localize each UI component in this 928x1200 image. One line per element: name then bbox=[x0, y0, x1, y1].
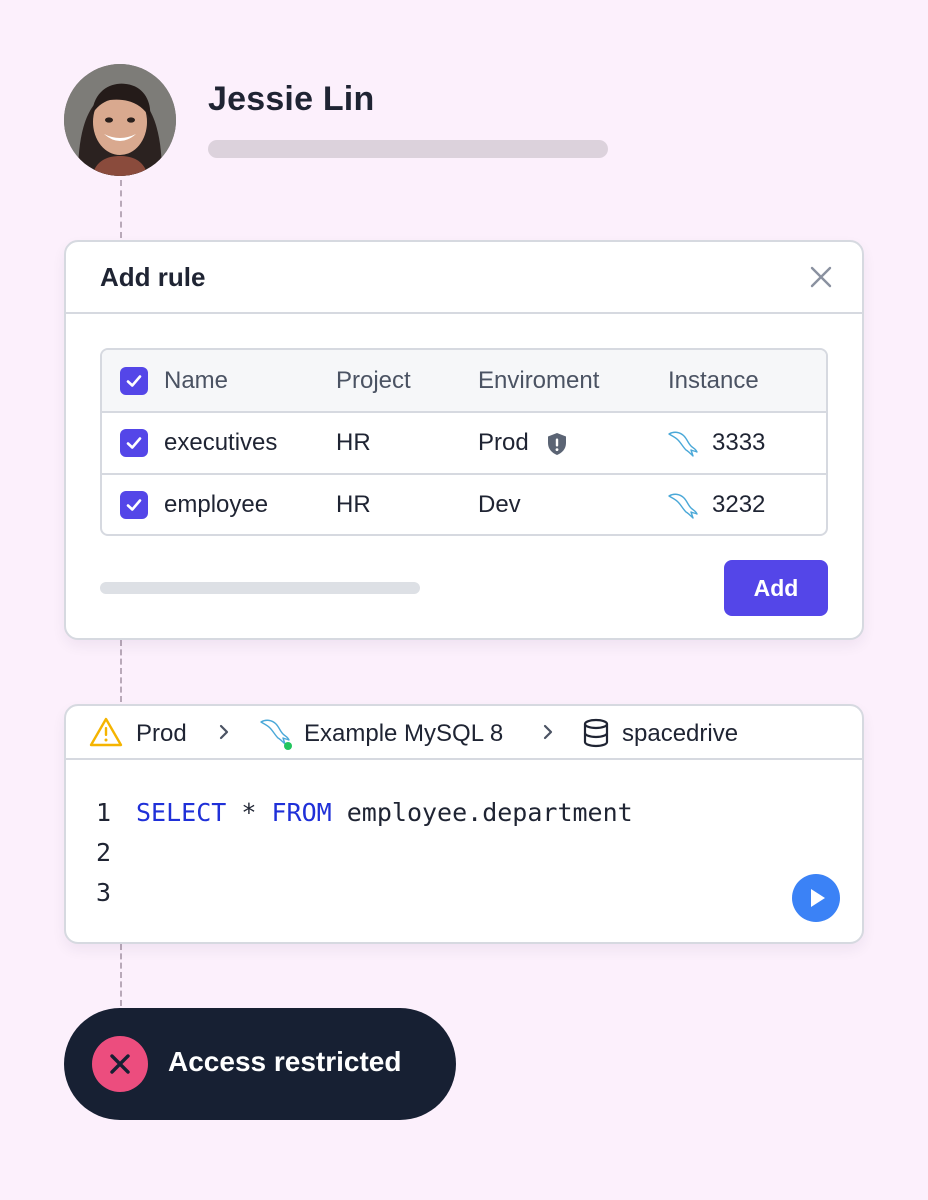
mysql-dolphin-icon bbox=[260, 719, 292, 750]
play-icon bbox=[811, 889, 825, 907]
code-line[interactable]: 1 SELECT * FROM employee.department bbox=[96, 798, 633, 827]
sql-keyword: FROM bbox=[271, 798, 332, 827]
placeholder-bar bbox=[100, 582, 420, 594]
add-button[interactable]: Add bbox=[724, 560, 828, 616]
toast-message: Access restricted bbox=[168, 1046, 402, 1077]
table-row[interactable]: executives HR Prod 3333 bbox=[102, 412, 826, 475]
sql-text: employee.department bbox=[331, 798, 633, 827]
editor-breadcrumb: Prod Example MySQL 8 spacedrive bbox=[66, 706, 862, 760]
timeline-connector bbox=[120, 640, 122, 702]
breadcrumb-environment[interactable]: Prod bbox=[136, 720, 187, 748]
code-line[interactable]: 3 bbox=[96, 878, 136, 907]
column-header-instance[interactable]: Instance bbox=[668, 367, 759, 395]
select-all-checkbox[interactable] bbox=[120, 367, 148, 395]
sql-editor: Prod Example MySQL 8 spacedrive 1 SELECT … bbox=[64, 704, 864, 944]
run-query-button[interactable] bbox=[792, 874, 840, 922]
code-line[interactable]: 2 bbox=[96, 838, 136, 867]
breadcrumb-database[interactable]: spacedrive bbox=[622, 720, 738, 748]
timeline-connector bbox=[120, 180, 122, 238]
check-icon bbox=[126, 375, 142, 387]
timeline-connector bbox=[120, 944, 122, 1006]
row-instance: 3232 bbox=[712, 491, 766, 518]
breadcrumb-instance[interactable]: Example MySQL 8 bbox=[304, 720, 503, 748]
placeholder-bar bbox=[208, 140, 608, 158]
row-instance: 3333 bbox=[712, 429, 766, 456]
access-restricted-toast: Access restricted bbox=[64, 1008, 456, 1120]
shield-icon bbox=[548, 433, 566, 455]
chevron-right-icon bbox=[219, 724, 229, 740]
mysql-dolphin-icon bbox=[668, 431, 698, 457]
sql-keyword: SELECT bbox=[136, 798, 227, 827]
check-icon bbox=[126, 499, 142, 511]
dialog-title: Add rule bbox=[100, 262, 206, 292]
user-name: Jessie Lin bbox=[208, 80, 375, 118]
close-button[interactable] bbox=[806, 262, 836, 292]
warning-icon bbox=[89, 717, 123, 747]
row-checkbox[interactable] bbox=[120, 429, 148, 457]
row-name: executives bbox=[164, 429, 278, 456]
column-header-project[interactable]: Project bbox=[336, 367, 411, 395]
sql-text: * bbox=[226, 798, 272, 827]
row-project: HR bbox=[336, 491, 371, 518]
row-environment: Dev bbox=[478, 491, 521, 518]
row-environment: Prod bbox=[478, 429, 529, 456]
avatar bbox=[64, 64, 176, 176]
page-canvas: Jessie Lin Add rule Name Project Envirom… bbox=[0, 0, 928, 1200]
add-rule-dialog: Add rule Name Project Enviroment Instanc… bbox=[64, 240, 864, 640]
row-name: employee bbox=[164, 491, 269, 518]
row-project: HR bbox=[336, 429, 371, 456]
line-number: 2 bbox=[96, 838, 112, 867]
error-icon bbox=[92, 1036, 148, 1092]
table-header-row: Name Project Enviroment Instance bbox=[102, 350, 826, 413]
rules-table: Name Project Enviroment Instance executi… bbox=[100, 348, 828, 536]
line-number: 1 bbox=[96, 798, 112, 827]
row-checkbox[interactable] bbox=[120, 491, 148, 519]
line-number: 3 bbox=[96, 878, 112, 907]
chevron-right-icon bbox=[543, 724, 553, 740]
table-row[interactable]: employee HR Dev 3232 bbox=[102, 474, 826, 534]
database-icon bbox=[583, 718, 609, 748]
column-header-environment[interactable]: Enviroment bbox=[478, 367, 599, 395]
close-icon bbox=[810, 266, 832, 288]
column-header-name[interactable]: Name bbox=[164, 367, 228, 395]
dialog-header: Add rule bbox=[66, 242, 862, 314]
mysql-dolphin-icon bbox=[668, 493, 698, 519]
check-icon bbox=[126, 437, 142, 449]
